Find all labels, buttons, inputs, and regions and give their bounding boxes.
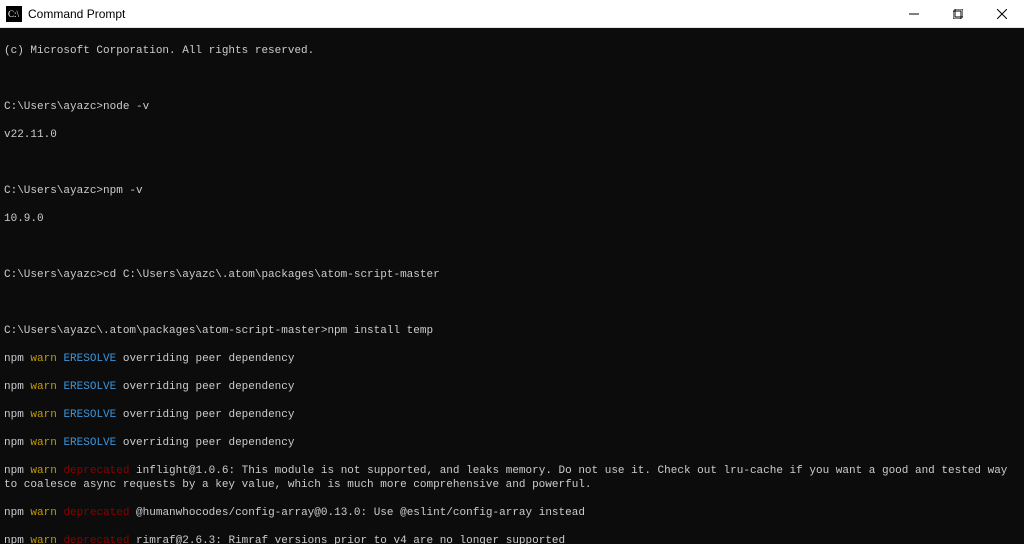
- warn-eresolve-4: npm warn ERESOLVE overriding peer depend…: [4, 436, 1020, 450]
- node-version: v22.11.0: [4, 128, 1020, 142]
- prompt-npm-v: C:\Users\ayazc>npm -v: [4, 184, 1020, 198]
- terminal-output[interactable]: (c) Microsoft Corporation. All rights re…: [0, 28, 1024, 544]
- prompt-npm-install: C:\Users\ayazc\.atom\packages\atom-scrip…: [4, 324, 1020, 338]
- window-titlebar: C:\ Command Prompt: [0, 0, 1024, 28]
- prompt-cd: C:\Users\ayazc>cd C:\Users\ayazc\.atom\p…: [4, 268, 1020, 282]
- window-title: Command Prompt: [28, 7, 125, 21]
- warn-deprecated-configarray: npm warn deprecated @humanwhocodes/confi…: [4, 506, 1020, 520]
- npm-version: 10.9.0: [4, 212, 1020, 226]
- minimize-button[interactable]: [892, 0, 936, 28]
- maximize-button[interactable]: [936, 0, 980, 28]
- warn-eresolve-1: npm warn ERESOLVE overriding peer depend…: [4, 352, 1020, 366]
- prompt-node-v: C:\Users\ayazc>node -v: [4, 100, 1020, 114]
- warn-eresolve-2: npm warn ERESOLVE overriding peer depend…: [4, 380, 1020, 394]
- warn-deprecated-rimraf263: npm warn deprecated rimraf@2.6.3: Rimraf…: [4, 534, 1020, 544]
- warn-eresolve-3: npm warn ERESOLVE overriding peer depend…: [4, 408, 1020, 422]
- close-button[interactable]: [980, 0, 1024, 28]
- copyright-line: (c) Microsoft Corporation. All rights re…: [4, 44, 1020, 58]
- cmd-icon: C:\: [6, 6, 22, 22]
- warn-deprecated-inflight: npm warn deprecated inflight@1.0.6: This…: [4, 464, 1020, 492]
- svg-text:C:\: C:\: [8, 9, 20, 19]
